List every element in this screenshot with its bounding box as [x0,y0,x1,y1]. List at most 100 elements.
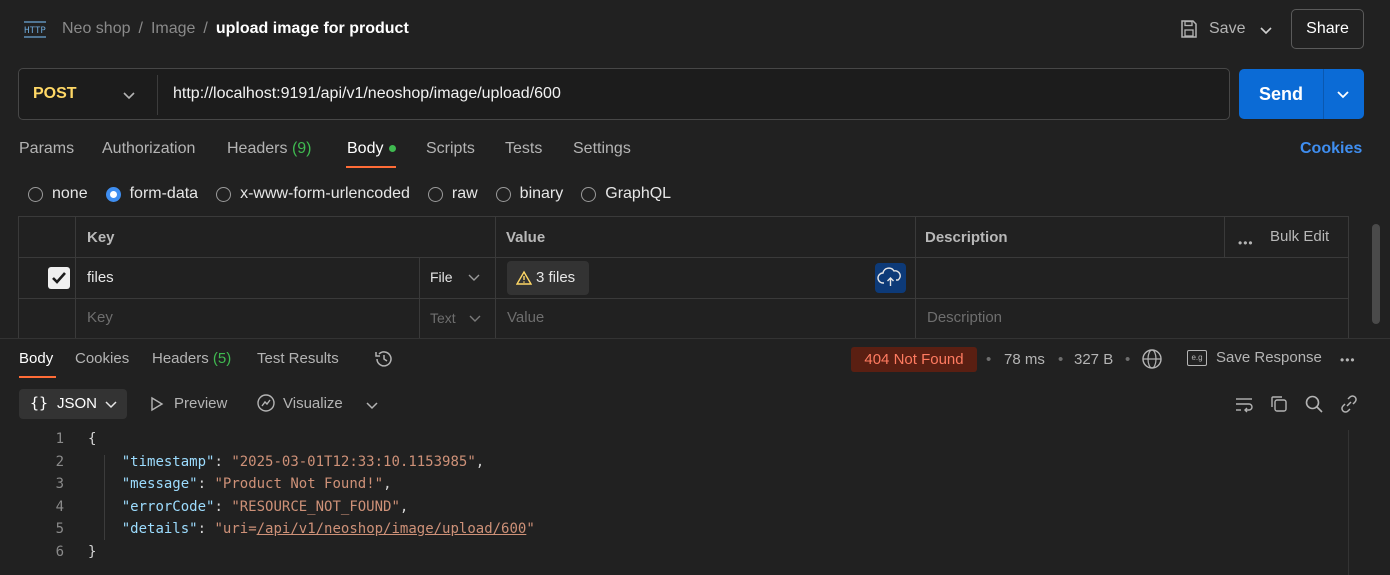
play-icon [150,396,164,412]
line-number: 3 [55,476,64,492]
visualize-label: Visualize [283,394,343,412]
line-number: 6 [55,544,64,560]
response-tab-cookies[interactable]: Cookies [75,350,129,367]
tab-headers[interactable]: Headers (9) [227,140,312,158]
breadcrumb: Neo shop / Image / upload image for product [62,20,409,38]
breadcrumb-folder[interactable]: Image [151,20,195,37]
request-url-bar: POST http://localhost:9191/api/v1/neosho… [18,68,1230,120]
json-line: "message": "Product Not Found!", [121,476,392,492]
param-key[interactable]: files [87,269,114,286]
wrap-lines-icon[interactable] [1234,394,1254,414]
save-response-button[interactable]: e.g Save Response [1187,349,1322,366]
new-value-input[interactable]: Value [507,309,544,326]
form-data-table [18,216,1349,338]
preview-label: Preview [174,395,228,412]
column-header-description: Description [925,229,1008,246]
tab-authorization[interactable]: Authorization [102,140,195,158]
preview-button[interactable]: Preview [150,395,227,412]
line-number: 2 [55,454,64,470]
cloud-upload-icon[interactable] [875,263,906,293]
save-icon [1179,19,1199,39]
radio-x-www-form-urlencoded[interactable]: x-www-form-urlencoded [216,185,410,203]
json-link[interactable]: /api/v1/neoshop/image/upload/600 [257,521,527,537]
param-type-label: File [430,269,453,285]
new-type-select[interactable]: Text [430,310,482,326]
tab-tests[interactable]: Tests [505,140,542,158]
save-label: Save [1209,20,1246,37]
save-response-label: Save Response [1216,349,1322,366]
visualize-chevron-icon[interactable] [364,397,380,413]
file-count: 3 files [536,269,576,286]
bulk-edit-button[interactable]: Bulk Edit [1270,228,1329,245]
tab-settings[interactable]: Settings [573,140,631,158]
radio-raw[interactable]: raw [427,185,478,203]
table-col-divider [75,216,76,338]
send-label: Send [1258,84,1303,104]
response-size[interactable]: 327 B [1074,351,1113,368]
body-modified-dot [389,145,397,153]
body-type-selector: none form-data x-www-form-urlencoded raw… [28,185,689,203]
json-line: "errorCode": "RESOURCE_NOT_FOUND", [121,499,409,515]
column-header-key: Key [87,229,115,246]
method-select[interactable]: POST [33,85,77,103]
tab-scripts[interactable]: Scripts [426,140,475,158]
url-input[interactable]: http://localhost:9191/api/v1/neoshop/ima… [173,85,561,103]
svg-text:HTTP: HTTP [24,26,46,36]
param-type-select[interactable]: File [430,269,481,285]
radio-graphql[interactable]: GraphQL [581,185,671,203]
scrollbar[interactable] [1372,224,1380,324]
separator-dot: • [1125,351,1131,368]
send-options-chevron-icon[interactable] [1335,86,1351,102]
response-tab-headers[interactable]: Headers (5) [152,350,231,367]
divider [1323,69,1324,119]
file-selector[interactable]: 3 files [507,261,589,295]
link-icon[interactable] [1339,394,1359,414]
save-dropdown-chevron-icon[interactable] [1258,22,1274,38]
active-tab-indicator [346,166,396,168]
divider [157,75,158,115]
braces-icon: {} [30,394,49,412]
chevron-down-icon[interactable] [121,87,137,103]
more-options-icon[interactable]: ••• [1238,236,1254,250]
line-number: 5 [55,521,64,537]
send-button[interactable]: Send [1239,69,1364,119]
json-open-brace: { [88,431,97,447]
row-enabled-checkbox[interactable] [48,267,70,289]
cookies-link[interactable]: Cookies [1300,140,1362,158]
search-icon[interactable] [1304,394,1324,414]
new-key-input[interactable]: Key [87,309,113,326]
request-title[interactable]: upload image for product [216,20,409,37]
radio-none[interactable]: none [28,185,88,203]
response-headers-count: (5) [212,350,232,367]
copy-icon[interactable] [1269,394,1289,414]
radio-binary[interactable]: binary [495,185,563,203]
format-select[interactable]: {} JSON [19,389,127,419]
tab-params[interactable]: Params [19,140,74,158]
globe-icon[interactable] [1141,348,1163,370]
chevron-down-icon [467,270,481,284]
save-button[interactable]: Save [1179,18,1245,40]
response-time[interactable]: 78 ms [1004,351,1045,368]
radio-form-data[interactable]: form-data [105,185,198,203]
new-description-input[interactable]: Description [927,309,1002,326]
history-icon[interactable] [374,349,394,369]
share-button[interactable]: Share [1291,9,1364,49]
new-type-label: Text [430,310,456,326]
tab-body[interactable]: Body [347,140,397,158]
table-row-divider [18,298,1349,299]
status-badge[interactable]: 404 Not Found [851,347,977,372]
breadcrumb-workspace[interactable]: Neo shop [62,20,131,37]
active-response-tab-indicator [19,376,56,378]
format-label: JSON [57,395,98,412]
visualize-button[interactable]: Visualize [256,393,343,413]
warning-icon [515,270,533,286]
breadcrumb-separator: / [203,20,208,37]
http-icon: HTTP [22,18,48,40]
response-tab-test-results[interactable]: Test Results [257,350,339,367]
separator-dot: • [1058,351,1064,368]
json-line: "timestamp": "2025-03-01T12:33:10.115398… [121,454,485,470]
line-number: 1 [55,431,64,447]
editor-scrollbar[interactable] [1348,430,1362,575]
response-tab-body[interactable]: Body [19,350,53,367]
more-options-icon[interactable]: ••• [1340,353,1356,367]
